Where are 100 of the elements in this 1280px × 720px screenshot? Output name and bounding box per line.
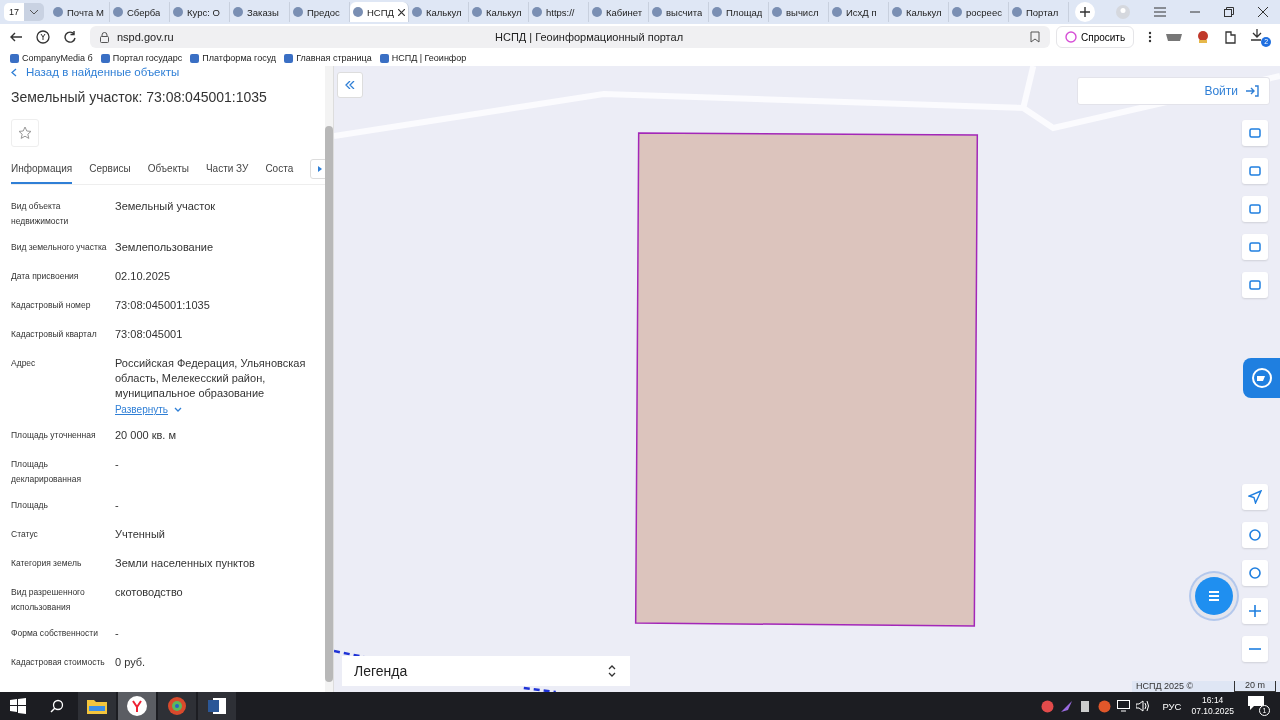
panel-tab[interactable]: Объекты — [147, 154, 189, 184]
chevron-left-icon — [11, 67, 17, 77]
tab-list-button[interactable] — [24, 3, 44, 21]
browser-tab[interactable]: Портал — [1009, 2, 1069, 22]
browser-logo-icon[interactable] — [36, 30, 50, 44]
browser-tab[interactable]: Кабинет — [589, 2, 649, 22]
favicon-icon — [952, 7, 962, 17]
extension-icon[interactable] — [1196, 30, 1211, 44]
browser-tab[interactable]: https:// — [529, 2, 589, 22]
browser-tab[interactable]: Почта М — [50, 2, 110, 22]
favicon-icon — [412, 7, 422, 17]
chevron-down-icon — [174, 407, 182, 412]
field-value: Земли населенных пунктов — [115, 556, 255, 571]
caret-right-icon — [318, 166, 323, 172]
field-value: 20 000 кв. м — [115, 428, 177, 443]
object-title: Земельный участок: 73:08:045001:1035 — [11, 89, 268, 105]
feedback-button[interactable] — [1243, 358, 1280, 398]
bookmark-item[interactable]: Платформа госуд — [190, 53, 277, 63]
menu-icon[interactable] — [1154, 7, 1166, 17]
taskbar-app[interactable] — [78, 692, 116, 720]
browser-tab[interactable]: Калькул — [889, 2, 949, 22]
close-icon[interactable] — [398, 8, 405, 16]
taskbar-app[interactable] — [198, 692, 236, 720]
favicon-icon — [532, 7, 542, 17]
bookmark-icon[interactable] — [1030, 31, 1040, 43]
network-icon[interactable] — [1117, 700, 1131, 712]
clock-time[interactable]: 16:14 — [1202, 695, 1224, 706]
favicon-icon — [772, 7, 782, 17]
bookmark-item[interactable]: Главная страница — [284, 53, 372, 63]
address-bar[interactable]: nspd.gov.ru НСПД | Геоинформационный портал — [90, 26, 1050, 48]
bookmark-item[interactable]: НСПД | Геоинфор — [379, 53, 467, 63]
reload-icon[interactable] — [64, 31, 76, 43]
field-label: Вид объекта недвижимости — [11, 200, 70, 228]
taskbar-app[interactable] — [118, 692, 156, 720]
extension-icon[interactable] — [1166, 32, 1183, 42]
panel-tab[interactable]: Информация — [11, 154, 73, 184]
browser-tab[interactable]: ИсхД п — [829, 2, 889, 22]
navigate-button[interactable] — [1242, 484, 1268, 510]
field-label: Статус — [11, 528, 39, 541]
search-icon[interactable] — [50, 699, 64, 713]
document-icon — [208, 697, 226, 715]
field-value: 0 руб. — [115, 655, 146, 670]
url-text: nspd.gov.ru — [117, 31, 175, 43]
favicon-icon — [1012, 7, 1022, 17]
panel-tab[interactable]: Части ЗУ — [205, 154, 249, 184]
browser-tab[interactable]: росреес — [949, 2, 1009, 22]
browser-tab[interactable]: высчита — [649, 2, 709, 22]
field-label: Площадь уточненная — [11, 429, 97, 442]
chat-icon — [1206, 588, 1222, 604]
bookmark-item[interactable]: Портал государс — [100, 53, 183, 63]
favicon-icon — [173, 7, 183, 17]
more-icon[interactable] — [1148, 31, 1153, 43]
browser-tab[interactable]: Курс: О — [170, 2, 230, 22]
zoom-out-button[interactable] — [1242, 636, 1268, 662]
expand-link[interactable]: Развернуть — [115, 402, 182, 417]
browser-tab[interactable]: вычисл — [769, 2, 829, 22]
ask-button[interactable]: Спросить — [1056, 26, 1135, 48]
language-indicator[interactable]: РУС — [1162, 700, 1182, 712]
favicon-icon — [53, 7, 63, 17]
new-tab-button[interactable] — [1075, 2, 1095, 22]
field-label: Вид земельного участка — [11, 241, 107, 254]
browser-tab[interactable]: Площад — [709, 2, 769, 22]
back-icon[interactable] — [10, 32, 22, 42]
taskbar-app[interactable] — [158, 692, 196, 720]
favicon-icon — [892, 7, 902, 17]
field-value: 73:08:045001:1035 — [115, 298, 210, 313]
bookmark-item[interactable]: CompanyMedia б — [10, 53, 93, 63]
login-button[interactable]: Войти — [1077, 77, 1270, 105]
next-tab-button[interactable] — [310, 159, 325, 179]
tray-icon[interactable] — [1041, 699, 1055, 713]
zoom-in-button[interactable] — [1242, 598, 1268, 624]
field-value: 73:08:045001 — [115, 327, 183, 342]
notification-icon — [1248, 696, 1264, 710]
legend-dropdown[interactable]: Легенда — [342, 656, 630, 686]
panel-tab[interactable]: Сервисы — [89, 154, 131, 184]
browser-tab[interactable]: Заказы — [230, 2, 290, 22]
browser-tab[interactable]: Сберба — [110, 2, 170, 22]
collapse-panel-button[interactable] — [337, 72, 363, 98]
field-label: Кадастровая стоимость — [11, 656, 106, 669]
double-chevron-icon — [345, 81, 355, 89]
extensions-icon[interactable] — [1224, 30, 1238, 44]
app-icon — [167, 696, 187, 716]
panel-tab[interactable]: Соста — [265, 154, 294, 184]
scrollbar[interactable] — [325, 66, 333, 692]
start-icon[interactable] — [10, 698, 26, 714]
clock-date[interactable]: 07.10.2025 — [1191, 706, 1234, 717]
download-icon — [1251, 29, 1264, 41]
close-icon[interactable] — [1258, 7, 1268, 17]
sort-icon — [608, 665, 616, 677]
browser-tab[interactable]: Калькул — [469, 2, 529, 22]
browser-tab[interactable]: Калькул — [409, 2, 469, 22]
tray-icon[interactable] — [1098, 699, 1112, 713]
tab-count[interactable]: 17 — [4, 3, 24, 21]
favicon-icon — [284, 53, 294, 63]
restore-icon[interactable] — [1224, 7, 1234, 17]
page-title: НСПД | Геоинформационный портал — [495, 31, 685, 43]
back-link[interactable]: Назад в найденные объекты — [11, 66, 325, 78]
field-label: Категория земель — [11, 557, 83, 570]
volume-icon[interactable] — [1136, 700, 1151, 712]
browser-tab[interactable]: НСПД — [350, 2, 409, 22]
